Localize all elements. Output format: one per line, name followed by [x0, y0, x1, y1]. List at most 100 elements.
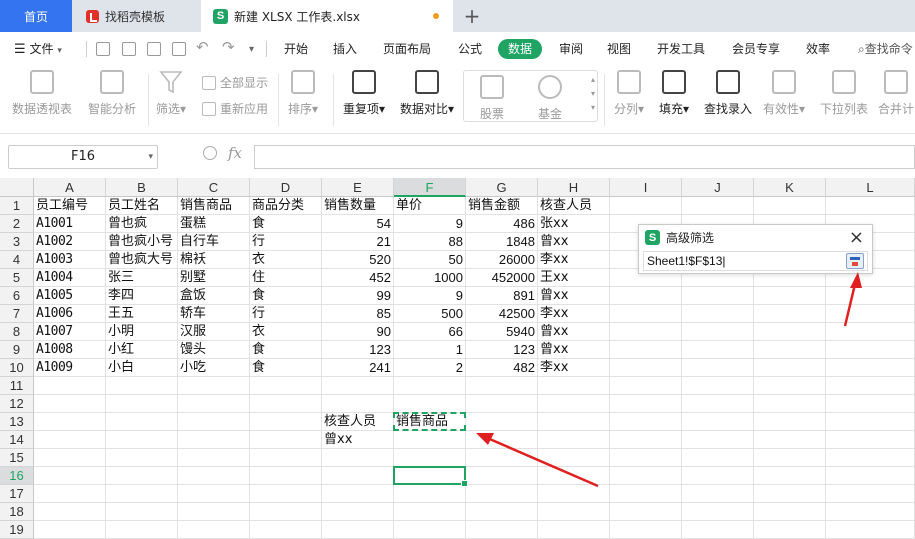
- column-header-a[interactable]: A: [34, 178, 106, 197]
- cell-d8[interactable]: 衣: [250, 323, 322, 341]
- cell-g14[interactable]: [466, 431, 538, 449]
- cell-c13[interactable]: [178, 413, 250, 431]
- show-all-button[interactable]: 全部显示: [202, 74, 268, 91]
- cell-d9[interactable]: 食: [250, 341, 322, 359]
- cell-b18[interactable]: [106, 503, 178, 521]
- cell-e7[interactable]: 85: [322, 305, 394, 323]
- cell-i12[interactable]: [610, 395, 682, 413]
- cell-b15[interactable]: [106, 449, 178, 467]
- data-compare-button[interactable]: 数据对比▾: [400, 70, 454, 117]
- row-header-14[interactable]: 14: [0, 431, 34, 449]
- cell-b8[interactable]: 小明: [106, 323, 178, 341]
- cell-i10[interactable]: [610, 359, 682, 377]
- column-header-g[interactable]: G: [466, 178, 538, 197]
- row-header-10[interactable]: 10: [0, 359, 34, 377]
- cell-i7[interactable]: [610, 305, 682, 323]
- row-header-8[interactable]: 8: [0, 323, 34, 341]
- cell-l6[interactable]: [826, 287, 915, 305]
- menu-view[interactable]: 视图: [607, 40, 631, 58]
- cell-g5[interactable]: 452000: [466, 269, 538, 287]
- fund-button[interactable]: 基金: [538, 75, 562, 122]
- menu-efficiency[interactable]: 效率: [806, 40, 830, 58]
- cell-l15[interactable]: [826, 449, 915, 467]
- cell-c14[interactable]: [178, 431, 250, 449]
- cell-g15[interactable]: [466, 449, 538, 467]
- cell-c4[interactable]: 棉袄: [178, 251, 250, 269]
- cell-l10[interactable]: [826, 359, 915, 377]
- cell-k12[interactable]: [754, 395, 826, 413]
- cell-c18[interactable]: [178, 503, 250, 521]
- cell-e9[interactable]: 123: [322, 341, 394, 359]
- row-header-5[interactable]: 5: [0, 269, 34, 287]
- cell-c19[interactable]: [178, 521, 250, 539]
- cell-h6[interactable]: 曾xx: [538, 287, 610, 305]
- cell-b9[interactable]: 小红: [106, 341, 178, 359]
- cell-i14[interactable]: [610, 431, 682, 449]
- cell-f7[interactable]: 500: [394, 305, 466, 323]
- cell-h15[interactable]: [538, 449, 610, 467]
- cell-e3[interactable]: 21: [322, 233, 394, 251]
- cell-l7[interactable]: [826, 305, 915, 323]
- column-header-i[interactable]: I: [610, 178, 682, 197]
- cell-a12[interactable]: [34, 395, 106, 413]
- row-header-12[interactable]: 12: [0, 395, 34, 413]
- row-header-19[interactable]: 19: [0, 521, 34, 539]
- cell-k16[interactable]: [754, 467, 826, 485]
- cell-k17[interactable]: [754, 485, 826, 503]
- cell-f10[interactable]: 2: [394, 359, 466, 377]
- cell-f19[interactable]: [394, 521, 466, 539]
- cell-d5[interactable]: 住: [250, 269, 322, 287]
- cell-f5[interactable]: 1000: [394, 269, 466, 287]
- row-header-7[interactable]: 7: [0, 305, 34, 323]
- cell-i11[interactable]: [610, 377, 682, 395]
- cell-d17[interactable]: [250, 485, 322, 503]
- cell-i15[interactable]: [610, 449, 682, 467]
- cell-j8[interactable]: [682, 323, 754, 341]
- row-header-17[interactable]: 17: [0, 485, 34, 503]
- cell-j6[interactable]: [682, 287, 754, 305]
- dropdown-list-button[interactable]: 下拉列表: [820, 70, 868, 117]
- cell-b10[interactable]: 小白: [106, 359, 178, 377]
- cell-e14[interactable]: 曾xx: [322, 431, 394, 449]
- search-command[interactable]: ⌕查找命令: [858, 40, 913, 58]
- cell-b19[interactable]: [106, 521, 178, 539]
- cell-g11[interactable]: [466, 377, 538, 395]
- cell-j14[interactable]: [682, 431, 754, 449]
- cell-a9[interactable]: A1008: [34, 341, 106, 359]
- cell-e4[interactable]: 520: [322, 251, 394, 269]
- cell-k14[interactable]: [754, 431, 826, 449]
- cell-k10[interactable]: [754, 359, 826, 377]
- column-header-e[interactable]: E: [322, 178, 394, 197]
- cell-d1[interactable]: 商品分类: [250, 197, 322, 215]
- cell-a10[interactable]: A1009: [34, 359, 106, 377]
- cell-h16[interactable]: [538, 467, 610, 485]
- cell-e1[interactable]: 销售数量: [322, 197, 394, 215]
- cell-g17[interactable]: [466, 485, 538, 503]
- cell-c17[interactable]: [178, 485, 250, 503]
- cell-h9[interactable]: 曾xx: [538, 341, 610, 359]
- column-header-b[interactable]: B: [106, 178, 178, 197]
- cell-i8[interactable]: [610, 323, 682, 341]
- cell-c8[interactable]: 汉服: [178, 323, 250, 341]
- cell-l16[interactable]: [826, 467, 915, 485]
- cell-a14[interactable]: [34, 431, 106, 449]
- cell-c1[interactable]: 销售商品: [178, 197, 250, 215]
- stock-button[interactable]: 股票: [480, 75, 504, 122]
- cell-g1[interactable]: 销售金额: [466, 197, 538, 215]
- cell-g6[interactable]: 891: [466, 287, 538, 305]
- cell-e17[interactable]: [322, 485, 394, 503]
- cell-e8[interactable]: 90: [322, 323, 394, 341]
- cell-k13[interactable]: [754, 413, 826, 431]
- cell-e13[interactable]: 核查人员: [322, 413, 394, 431]
- export-icon[interactable]: [122, 42, 136, 56]
- row-header-13[interactable]: 13: [0, 413, 34, 431]
- cell-c11[interactable]: [178, 377, 250, 395]
- cell-h2[interactable]: 张xx: [538, 215, 610, 233]
- row-header-9[interactable]: 9: [0, 341, 34, 359]
- row-header-18[interactable]: 18: [0, 503, 34, 521]
- cell-f17[interactable]: [394, 485, 466, 503]
- column-header-f[interactable]: F: [394, 178, 466, 197]
- menu-developer[interactable]: 开发工具: [657, 40, 705, 58]
- cell-d2[interactable]: 食: [250, 215, 322, 233]
- cell-f11[interactable]: [394, 377, 466, 395]
